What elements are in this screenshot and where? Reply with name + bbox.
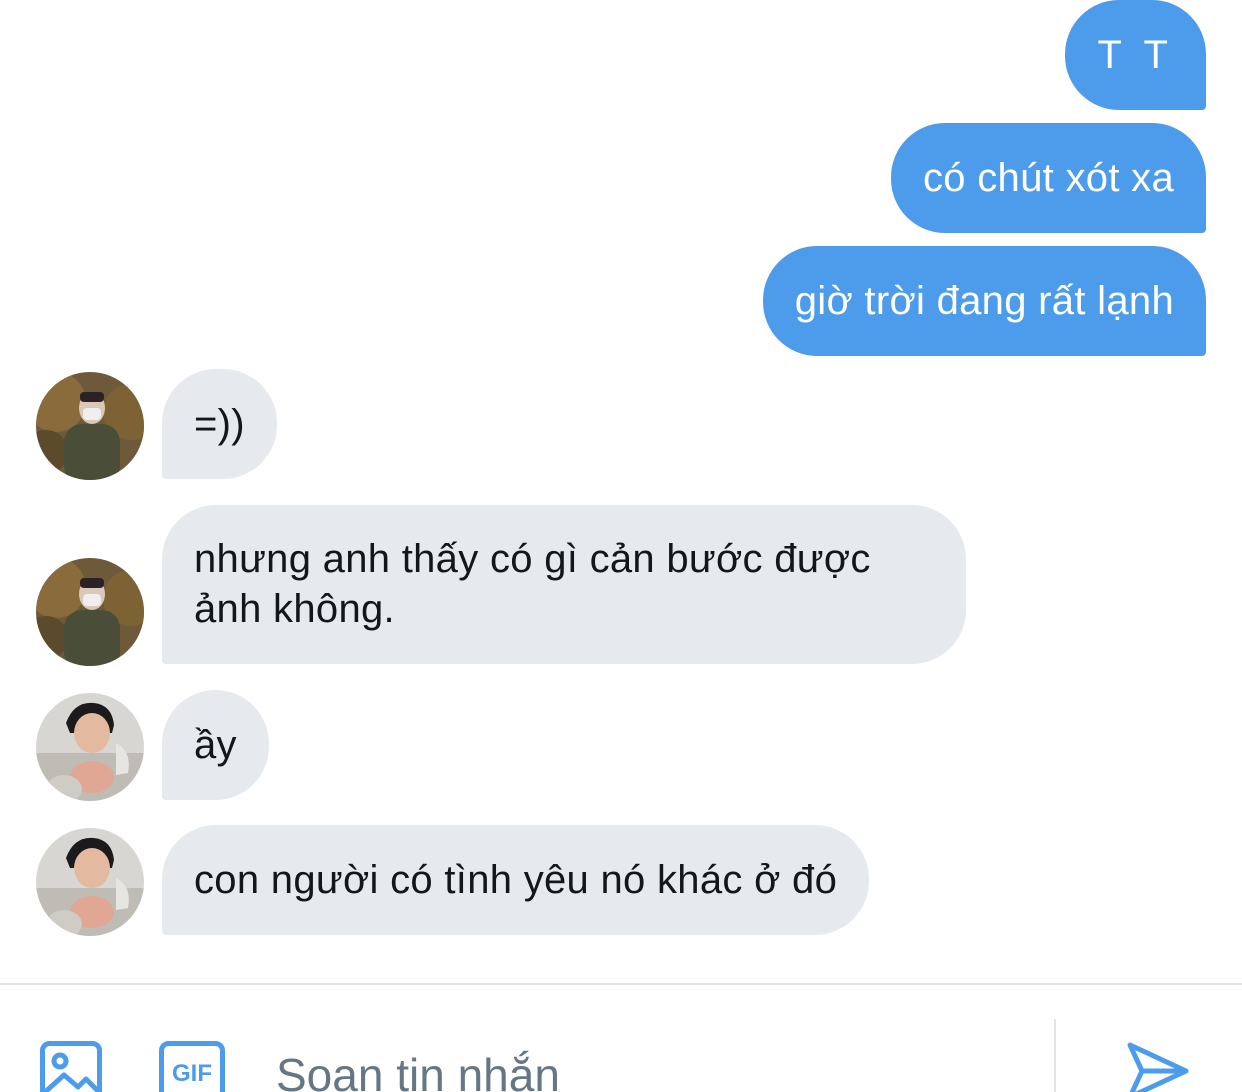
- gif-icon[interactable]: GIF: [159, 1041, 225, 1092]
- outgoing-message[interactable]: T T: [1065, 0, 1206, 110]
- avatar[interactable]: [36, 372, 144, 480]
- message-text: T T: [1097, 33, 1174, 77]
- avatar[interactable]: [36, 828, 144, 936]
- composer-divider: [1054, 1019, 1056, 1092]
- avatar[interactable]: [36, 558, 144, 666]
- avatar-user-b-image: [36, 693, 144, 801]
- gif-label: GIF: [172, 1060, 212, 1087]
- message-text: có chút xót xa: [923, 156, 1174, 200]
- avatar-user-b-image: [36, 828, 144, 936]
- incoming-message[interactable]: con người có tình yêu nó khác ở đó: [162, 825, 870, 935]
- avatar-user-a-image: [36, 558, 144, 666]
- message-input[interactable]: Soan tin nhắn: [276, 1047, 560, 1092]
- avatar[interactable]: [36, 693, 144, 801]
- message-text: =)): [194, 402, 245, 446]
- message-composer: GIF Soan tin nhắn: [0, 983, 1242, 1092]
- outgoing-message[interactable]: giờ trời đang rất lạnh: [762, 246, 1206, 356]
- incoming-message[interactable]: nhưng anh thấy có gì cản bước được ảnh k…: [162, 505, 966, 664]
- incoming-message[interactable]: ầy: [162, 690, 269, 800]
- incoming-message[interactable]: =)): [162, 369, 277, 479]
- outgoing-message[interactable]: có chút xót xa: [891, 123, 1206, 233]
- avatar-user-a-image: [36, 372, 144, 480]
- dm-conversation-screen: T T có chút xót xa giờ trời đang rất lạn…: [0, 0, 1242, 1092]
- send-icon[interactable]: [1126, 1041, 1190, 1092]
- message-text: nhưng anh thấy có gì cản bước được ảnh k…: [194, 537, 871, 631]
- message-text: giờ trời đang rất lạnh: [794, 279, 1174, 323]
- message-text: ầy: [194, 723, 237, 767]
- image-icon[interactable]: [40, 1041, 102, 1092]
- message-text: con người có tình yêu nó khác ở đó: [194, 858, 838, 902]
